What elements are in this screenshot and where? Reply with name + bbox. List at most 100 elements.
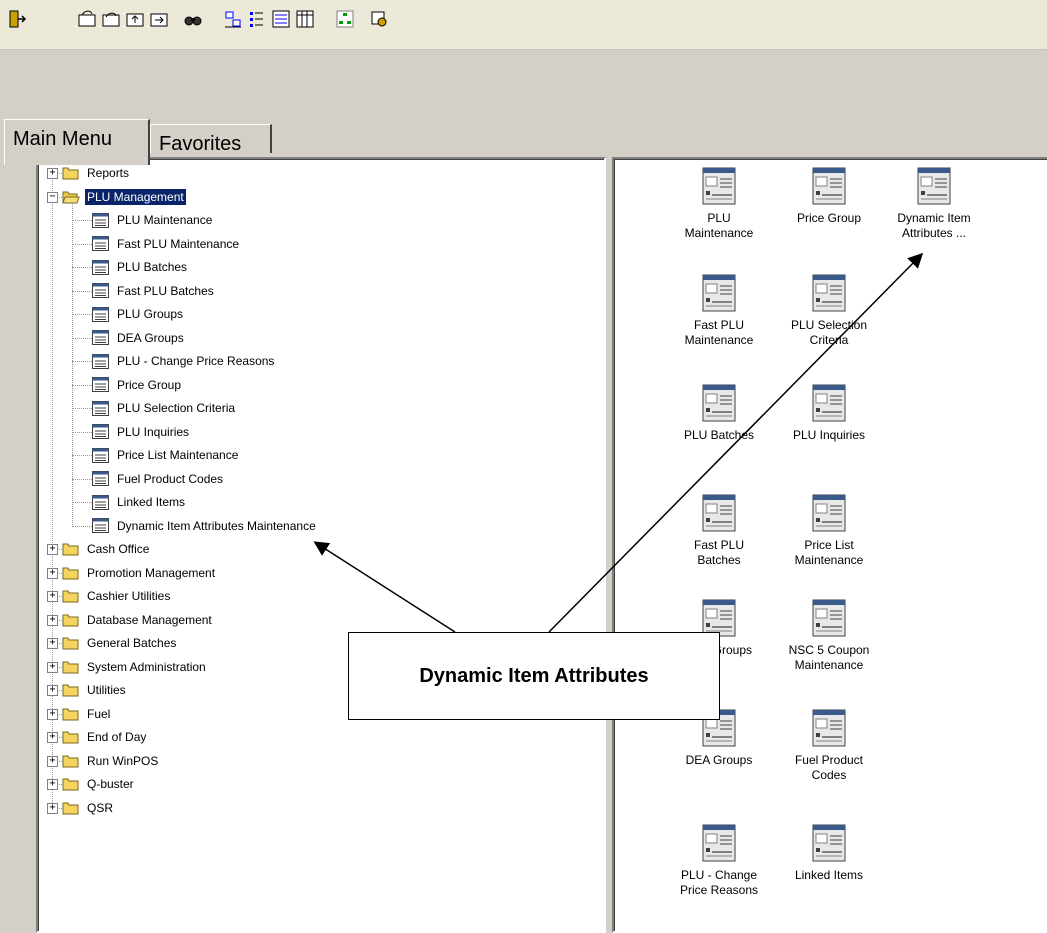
details-view-icon[interactable]: [294, 8, 316, 30]
icon-view-item[interactable]: PLU Selection Criteria: [774, 274, 884, 348]
icon-view-item-label: Codes: [811, 768, 847, 782]
icon-view-item-label: Price Reasons: [679, 883, 759, 897]
large-icons-view-icon[interactable]: [222, 8, 244, 30]
form-icon: [92, 518, 109, 533]
form-icon: [92, 494, 109, 510]
tree-folder[interactable]: General Batches: [62, 632, 178, 654]
icon-view-item-label: Price List: [804, 538, 854, 552]
form-icon: [812, 384, 846, 422]
tree-folder[interactable]: End of Day: [62, 726, 148, 748]
form-icon: [92, 259, 109, 275]
open-icon[interactable]: [76, 8, 98, 30]
tree-folder[interactable]: QSR: [62, 797, 115, 819]
icon-view-item-label: Attributes ...: [901, 226, 967, 240]
tree-item[interactable]: Fuel Product Codes: [92, 468, 225, 490]
tree-folder[interactable]: Promotion Management: [62, 562, 217, 584]
open-folder-icon[interactable]: [100, 8, 122, 30]
tree-item[interactable]: PLU Maintenance: [92, 209, 214, 231]
tree-folder[interactable]: Reports: [62, 162, 131, 184]
expand-icon[interactable]: +: [47, 591, 58, 602]
icon-view-item[interactable]: NSC 5 Coupon Maintenance: [774, 599, 884, 673]
tree-item-label: PLU Inquiries: [117, 424, 190, 439]
folder-icon: [62, 567, 79, 579]
tree-item[interactable]: PLU - Change Price Reasons: [92, 350, 276, 372]
menu-tree[interactable]: + Reports − PLU Management PLU Maintenance Fa…: [36, 157, 606, 933]
form-icon: [92, 424, 109, 439]
tab-main-menu[interactable]: Main Menu: [4, 119, 150, 165]
icon-view-item[interactable]: Linked Items: [774, 824, 884, 883]
tree-item-label: QSR: [87, 800, 114, 815]
expand-icon[interactable]: +: [47, 661, 58, 673]
tree-folder[interactable]: Fuel: [62, 703, 112, 725]
folder-icon: [62, 684, 79, 697]
tree-folder[interactable]: System Administration: [62, 656, 208, 678]
tree-folder[interactable]: Database Management: [62, 609, 214, 631]
expand-icon[interactable]: +: [47, 614, 58, 626]
icon-view-item[interactable]: PLU Inquiries: [774, 384, 884, 443]
forward-folder-icon[interactable]: [148, 8, 170, 30]
icon-view-item[interactable]: PLU Batches: [664, 384, 774, 443]
exit-icon[interactable]: [6, 8, 28, 30]
list-view-icon[interactable]: [270, 8, 292, 30]
icon-view-item[interactable]: Fast PLU Maintenance: [664, 274, 774, 348]
tree-folder[interactable]: Cash Office: [62, 538, 151, 560]
tree-item[interactable]: Fast PLU Batches: [92, 280, 216, 302]
folder-icon: [62, 614, 79, 626]
form-icon: [812, 824, 846, 862]
help-icon[interactable]: [368, 8, 390, 30]
find-icon[interactable]: [182, 8, 204, 30]
expand-icon[interactable]: +: [47, 685, 58, 696]
expand-icon[interactable]: +: [47, 168, 58, 179]
tree-item-label: Fuel: [87, 706, 111, 721]
tree-item-label: Dynamic Item Attributes Maintenance: [117, 518, 316, 533]
icon-view[interactable]: PLU Maintenance Price Group Dynamic Item Att…: [612, 157, 1047, 933]
expand-icon[interactable]: +: [47, 802, 58, 814]
tree-item[interactable]: PLU Batches: [92, 256, 189, 278]
tree-folder[interactable]: PLU Management: [62, 186, 187, 208]
form-icon: [812, 494, 846, 532]
expand-icon[interactable]: +: [47, 732, 58, 743]
expand-icon[interactable]: +: [47, 779, 58, 790]
tree-item[interactable]: DEA Groups: [92, 327, 186, 349]
tree-item[interactable]: Price Group: [92, 374, 183, 396]
annotation-callout: Dynamic Item Attributes: [348, 632, 720, 720]
tree-folder[interactable]: Q-buster: [62, 773, 136, 795]
form-icon: [92, 283, 109, 298]
form-icon: [92, 306, 109, 322]
small-icons-view-icon[interactable]: [246, 8, 268, 30]
form-icon: [702, 384, 736, 422]
tree-item[interactable]: PLU Inquiries: [92, 421, 191, 443]
tree-item-label: PLU Batches: [117, 260, 188, 274]
tree-item[interactable]: PLU Selection Criteria: [92, 397, 237, 419]
expand-icon[interactable]: +: [47, 544, 58, 555]
tree-item[interactable]: PLU Groups: [92, 303, 185, 325]
expand-icon[interactable]: +: [47, 708, 58, 720]
tree-folder[interactable]: Cashier Utilities: [62, 585, 172, 607]
tree-view-icon[interactable]: [334, 8, 356, 30]
icon-view-item-label: Criteria: [809, 333, 849, 347]
folder-icon: [62, 543, 79, 556]
icon-view-item[interactable]: PLU Maintenance: [664, 167, 774, 241]
expand-icon[interactable]: +: [47, 567, 58, 579]
tree-item-label: DEA Groups: [117, 330, 184, 345]
icon-view-item[interactable]: Fast PLU Batches: [664, 494, 774, 568]
tree-item[interactable]: Fast PLU Maintenance: [92, 233, 241, 255]
tree-item[interactable]: Price List Maintenance: [92, 444, 240, 466]
icon-view-item[interactable]: Price List Maintenance: [774, 494, 884, 568]
toolbar: [0, 0, 1047, 50]
tree-item-label: Utilities: [87, 683, 126, 697]
tree-item[interactable]: Dynamic Item Attributes Maintenance: [92, 515, 318, 537]
up-folder-icon[interactable]: [124, 8, 146, 30]
expand-icon[interactable]: +: [47, 755, 58, 767]
tree-folder[interactable]: Run WinPOS: [62, 750, 160, 772]
collapse-icon[interactable]: −: [47, 191, 58, 203]
tree-item-label: PLU Management: [84, 187, 187, 206]
icon-view-item[interactable]: Dynamic Item Attributes ...: [879, 167, 989, 241]
tree-connector: [72, 431, 92, 433]
expand-icon[interactable]: +: [47, 638, 58, 649]
icon-view-item[interactable]: Fuel Product Codes: [774, 709, 884, 783]
icon-view-item[interactable]: PLU - Change Price Reasons: [664, 824, 774, 898]
tree-folder[interactable]: Utilities: [62, 679, 128, 701]
icon-view-item[interactable]: Price Group: [774, 167, 884, 226]
tree-item[interactable]: Linked Items: [92, 491, 187, 513]
